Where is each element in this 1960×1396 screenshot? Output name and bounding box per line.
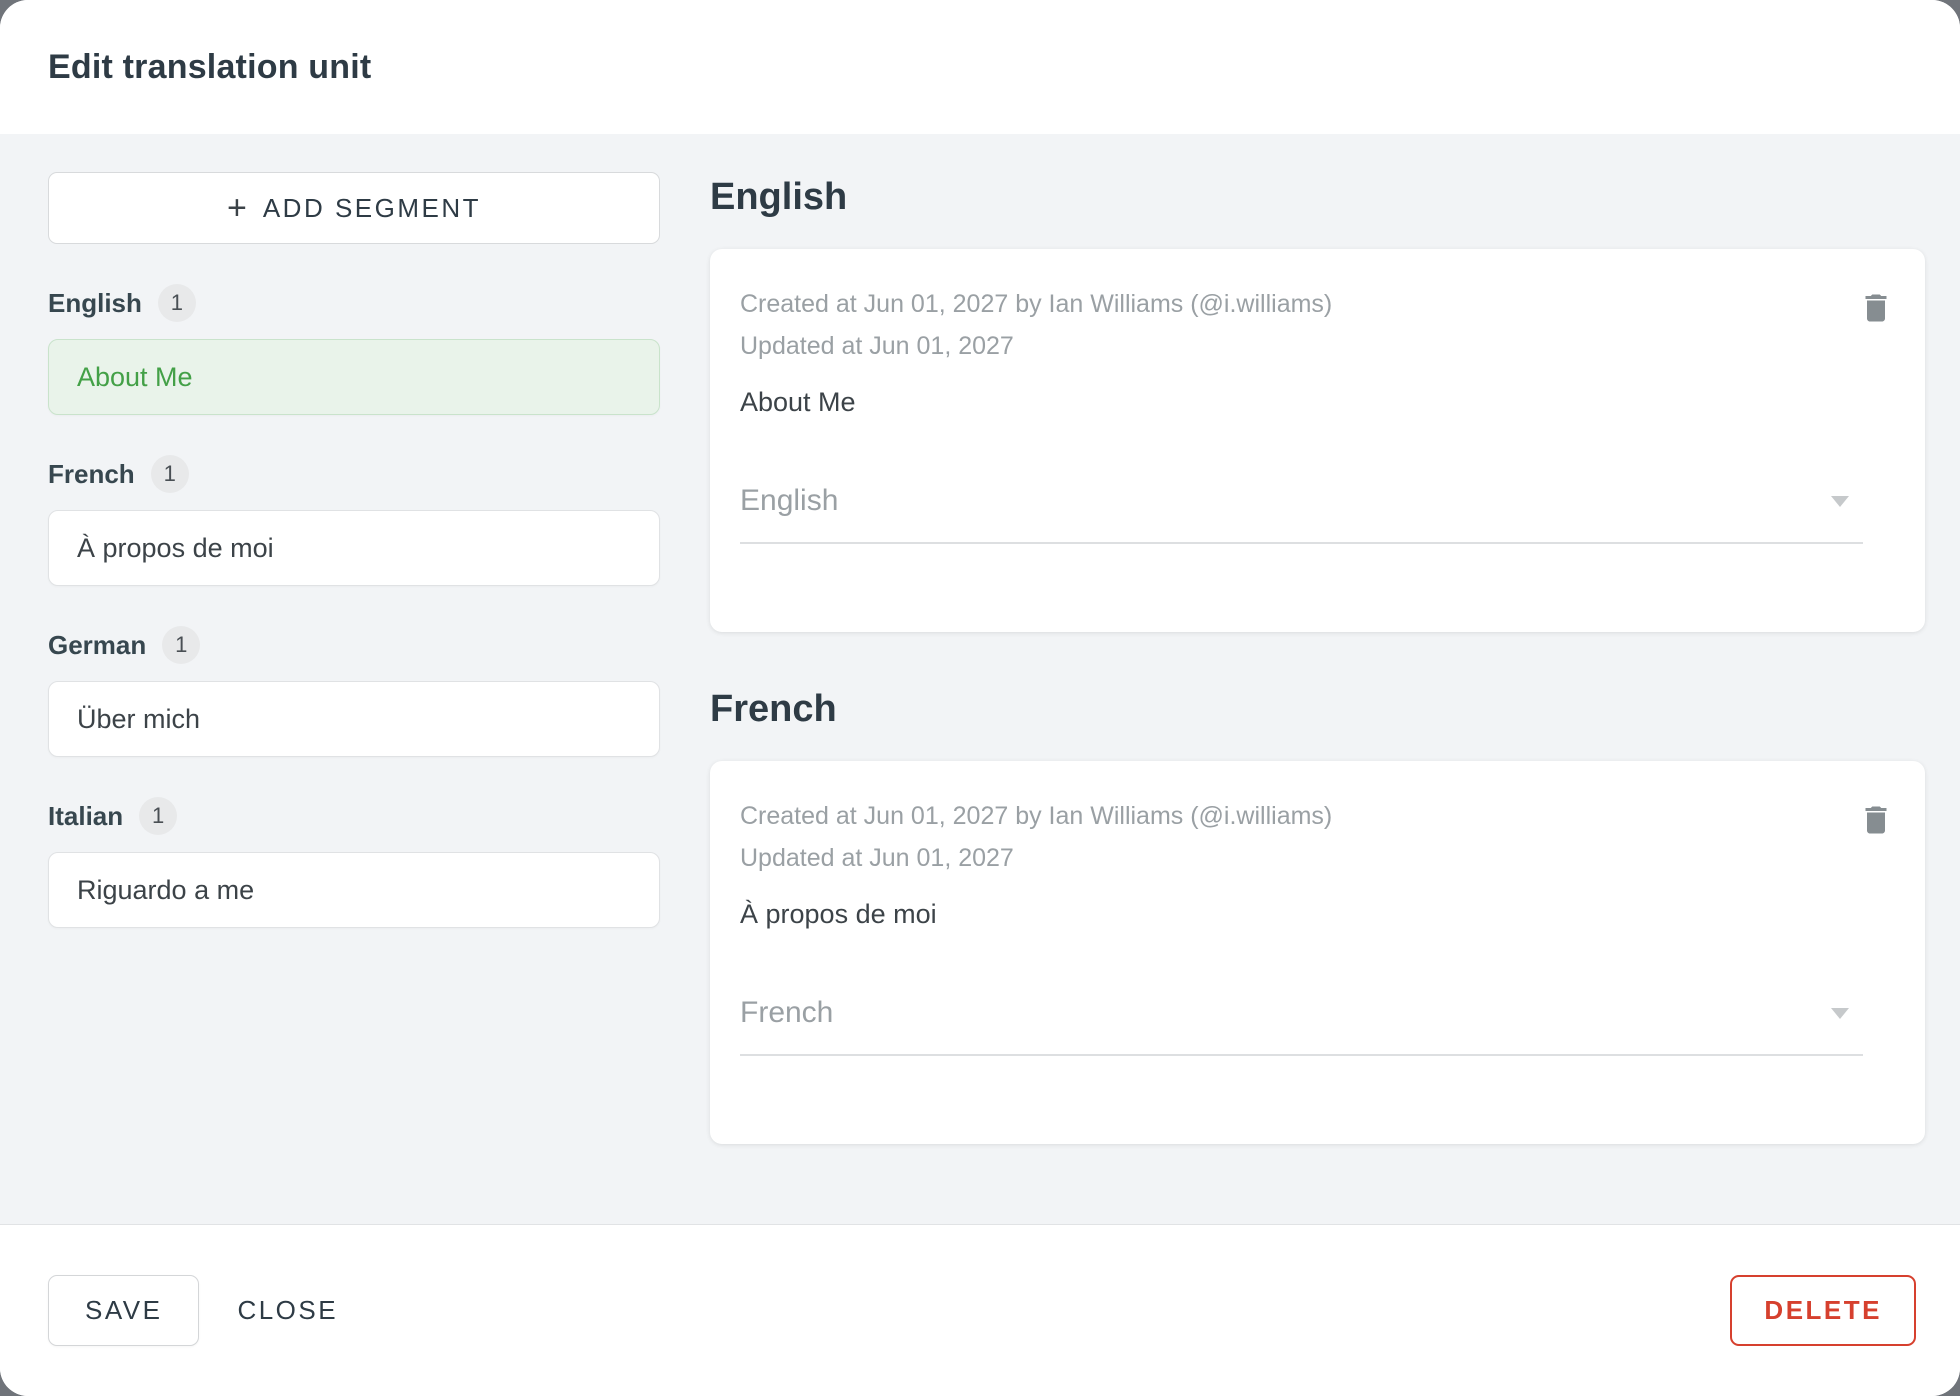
dialog-footer: SAVE CLOSE DELETE (0, 1224, 1960, 1396)
language-label-row: Italian 1 (48, 797, 660, 835)
language-select[interactable]: French (740, 996, 1863, 1056)
trash-icon (1865, 806, 1887, 834)
chevron-down-icon (1831, 495, 1849, 507)
segment-text: About Me (77, 361, 193, 392)
language-select[interactable]: English (740, 484, 1863, 544)
language-select-value: English (740, 484, 839, 517)
delete-segment-button[interactable] (1853, 797, 1899, 843)
segment-count-badge: 1 (157, 284, 196, 322)
segment-count-badge: 1 (162, 626, 201, 664)
language-label-row: French 1 (48, 455, 660, 493)
close-button[interactable]: CLOSE (215, 1276, 361, 1345)
created-at-text: Created at Jun 01, 2027 by Ian Williams … (740, 802, 1333, 830)
segment-item-german[interactable]: Über mich (48, 681, 660, 757)
add-segment-label: ADD SEGMENT (262, 192, 482, 223)
updated-at-text: Updated at Jun 01, 2027 (740, 332, 1014, 360)
delete-button[interactable]: DELETE (1730, 1275, 1916, 1346)
detail-card-french: Created at Jun 01, 2027 by Ian Williams … (710, 761, 1925, 1144)
dialog-body: + ADD SEGMENT English 1 About Me French … (0, 134, 1960, 1224)
language-group-english: English 1 About Me (48, 284, 660, 415)
language-label: German (48, 629, 147, 660)
language-label: French (48, 458, 135, 489)
detail-heading-english: English (710, 176, 848, 218)
dialog-header: Edit translation unit (0, 0, 1960, 134)
language-label-row: English 1 (48, 284, 660, 322)
segment-count-badge: 1 (150, 455, 189, 493)
edit-translation-unit-dialog: Edit translation unit + ADD SEGMENT Engl… (0, 0, 1960, 1396)
detail-heading-french: French (710, 688, 837, 730)
segment-details-panel: English Created at Jun 01, 2027 by Ian W… (710, 172, 1925, 1224)
trash-icon (1865, 294, 1887, 322)
segment-content-text: À propos de moi (740, 899, 937, 929)
segment-item-french[interactable]: À propos de moi (48, 510, 660, 586)
language-label: Italian (48, 800, 124, 831)
language-group-french: French 1 À propos de moi (48, 455, 660, 586)
segment-text: Riguardo a me (77, 874, 255, 905)
language-label: English (48, 287, 142, 318)
add-segment-button[interactable]: + ADD SEGMENT (48, 172, 660, 244)
segment-text: À propos de moi (77, 532, 274, 563)
created-at-text: Created at Jun 01, 2027 by Ian Williams … (740, 290, 1333, 318)
dialog-title: Edit translation unit (48, 47, 372, 86)
language-group-german: German 1 Über mich (48, 626, 660, 757)
save-button[interactable]: SAVE (48, 1275, 200, 1346)
segment-text: Über mich (77, 703, 201, 734)
plus-icon: + (226, 189, 247, 227)
segment-item-english[interactable]: About Me (48, 339, 660, 415)
language-group-italian: Italian 1 Riguardo a me (48, 797, 660, 928)
segments-sidebar: + ADD SEGMENT English 1 About Me French … (48, 172, 660, 1224)
segment-count-badge: 1 (139, 797, 178, 835)
updated-at-text: Updated at Jun 01, 2027 (740, 844, 1014, 872)
chevron-down-icon (1831, 1007, 1849, 1019)
segment-content-text: About Me (740, 387, 856, 417)
segment-item-italian[interactable]: Riguardo a me (48, 852, 660, 928)
language-label-row: German 1 (48, 626, 660, 664)
delete-segment-button[interactable] (1853, 285, 1899, 331)
language-select-value: French (740, 996, 834, 1029)
detail-card-english: Created at Jun 01, 2027 by Ian Williams … (710, 249, 1925, 632)
